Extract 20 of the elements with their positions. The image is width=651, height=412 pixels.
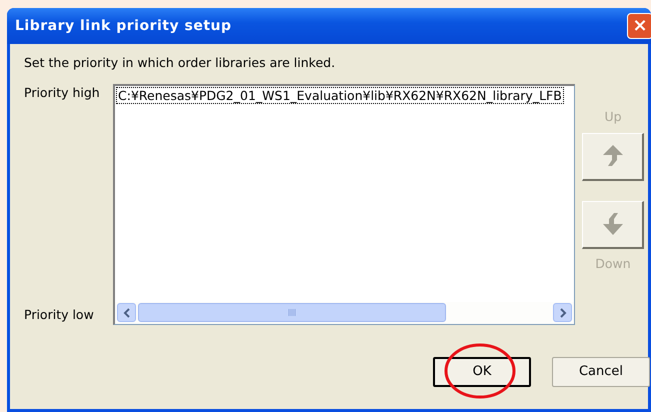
- priority-low-label: Priority low: [24, 306, 94, 324]
- arrow-up-icon: [600, 144, 624, 168]
- grip-icon: [288, 309, 296, 316]
- dialog-button[interactable]: OK: [433, 356, 531, 387]
- scrollbar-thumb[interactable]: [138, 303, 446, 322]
- priority-high-label: Priority high: [24, 84, 100, 102]
- list-item[interactable]: C:¥Renesas¥PDG2_01_WS1_Evaluation¥lib¥RX62N¥RX62N_library_LFB: [116, 86, 564, 104]
- window-title: Library link priority setup: [15, 16, 232, 36]
- chevron-right-icon: [558, 308, 566, 318]
- chevron-left-icon: [122, 308, 130, 318]
- up-label: Up: [604, 108, 622, 126]
- library-list[interactable]: C:¥Renesas¥PDG2_01_WS1_Evaluation¥lib¥RX62N¥RX62N_library_LFB: [113, 84, 575, 325]
- arrow-down-icon: [600, 212, 624, 236]
- down-label: Down: [595, 254, 631, 272]
- scroll-right-button[interactable]: [553, 303, 572, 322]
- instruction-text: Set the priority in which order libraries are linked.: [24, 54, 336, 72]
- dialog-button[interactable]: Cancel: [552, 356, 650, 387]
- close-button[interactable]: ×: [627, 13, 651, 39]
- scroll-left-button[interactable]: [117, 303, 136, 322]
- horizontal-scrollbar[interactable]: [115, 302, 574, 324]
